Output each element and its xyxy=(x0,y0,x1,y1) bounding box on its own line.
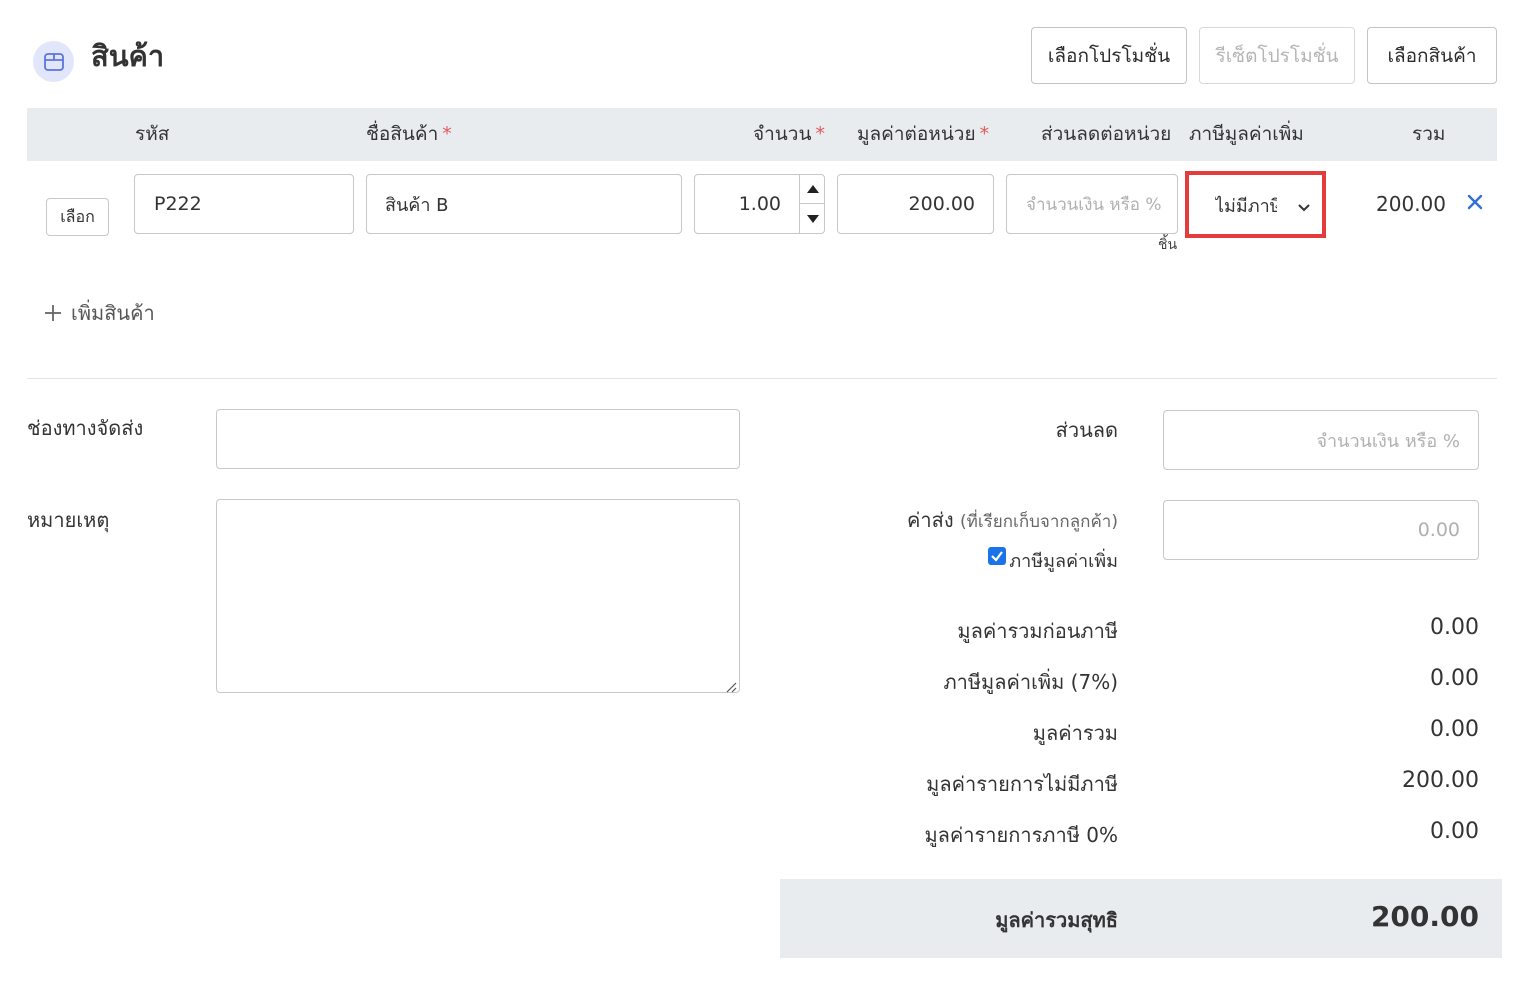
column-discount-per-unit: ส่วนลดต่อหน่วย xyxy=(1041,123,1172,145)
shipping-fee-label: ค่าส่ง (ที่เรียกเก็บจากลูกค้า) xyxy=(907,508,1118,532)
summary-value-subtotal: 0.00 xyxy=(1430,615,1479,640)
summary-label-subtotal: มูลค่ารวมก่อนภาษี xyxy=(957,619,1118,643)
summary-label-total: มูลค่ารวม xyxy=(1032,721,1118,745)
summary-label-vat: ภาษีมูลค่าเพิ่ม (7%) xyxy=(943,670,1118,694)
chevron-down-icon xyxy=(1297,197,1311,218)
unit-label: ชิ้น xyxy=(1158,237,1178,253)
shipping-fee-input[interactable]: 0.00 xyxy=(1163,500,1479,560)
vat-select-value: ไม่มีภาษี xyxy=(1215,195,1277,217)
box-icon xyxy=(33,41,74,82)
row-select-button[interactable]: เลือก xyxy=(46,198,109,236)
column-unit-price: มูลค่าต่อหน่วย * xyxy=(857,123,990,145)
vat-select[interactable]: ไม่มีภาษี xyxy=(1195,180,1316,230)
add-item-button[interactable]: เพิ่มสินค้า xyxy=(44,298,155,328)
product-code-input[interactable]: P222 xyxy=(134,174,354,234)
discount-input[interactable]: จำนวนเงิน หรือ % xyxy=(1163,410,1479,470)
note-label: หมายเหตุ xyxy=(27,508,110,532)
select-product-button[interactable]: เลือกสินค้า xyxy=(1367,27,1497,84)
summary-value-non-vat: 200.00 xyxy=(1402,768,1479,793)
unit-price-input[interactable]: 200.00 xyxy=(837,174,994,234)
summary-label-zero-vat: มูลค่ารายการภาษี 0% xyxy=(924,823,1118,847)
reset-promotion-button[interactable]: รีเซ็ตโปรโมชั่น xyxy=(1199,27,1355,84)
product-name-input[interactable]: สินค้า B xyxy=(366,174,682,234)
discount-per-unit-input[interactable]: จำนวนเงิน หรือ % xyxy=(1006,174,1178,234)
shipping-channel-label: ช่องทางจัดส่ง xyxy=(27,416,144,440)
column-name: ชื่อสินค้า * xyxy=(366,123,452,145)
summary-value-total: 0.00 xyxy=(1430,717,1479,742)
close-icon[interactable] xyxy=(1466,193,1484,211)
column-total: รวม xyxy=(1412,123,1446,145)
table-header: รหัส ชื่อสินค้า * จำนวน * มูลค่าต่อหน่วย * … xyxy=(27,108,1497,161)
summary-value-zero-vat: 0.00 xyxy=(1430,819,1479,844)
add-item-label: เพิ่มสินค้า xyxy=(71,301,155,325)
summary-label-non-vat: มูลค่ารายการไม่มีภาษี xyxy=(926,772,1118,796)
shipping-channel-input[interactable] xyxy=(216,409,740,469)
net-total-value: 200.00 xyxy=(1370,900,1479,933)
discount-label: ส่วนลด xyxy=(1055,418,1118,442)
plus-icon xyxy=(44,304,62,322)
note-textarea[interactable] xyxy=(216,499,740,693)
vat-checkbox-label: ภาษีมูลค่าเพิ่ม xyxy=(1009,551,1118,572)
select-promotion-button[interactable]: เลือกโปรโมชั่น xyxy=(1031,27,1187,84)
caret-down-icon[interactable] xyxy=(800,204,825,233)
resize-grip-icon[interactable] xyxy=(725,678,737,693)
column-vat: ภาษีมูลค่าเพิ่ม xyxy=(1189,123,1304,145)
column-quantity: จำนวน * xyxy=(753,123,825,145)
column-code: รหัส xyxy=(135,123,170,145)
quantity-stepper[interactable] xyxy=(799,174,825,233)
row-total: 200.00 xyxy=(1376,192,1446,216)
net-total-label: มูลค่ารวมสุทธิ xyxy=(995,908,1118,932)
page-title: สินค้า xyxy=(91,39,165,73)
summary-value-vat: 0.00 xyxy=(1430,666,1479,691)
caret-up-icon[interactable] xyxy=(800,174,825,204)
divider xyxy=(27,378,1497,379)
